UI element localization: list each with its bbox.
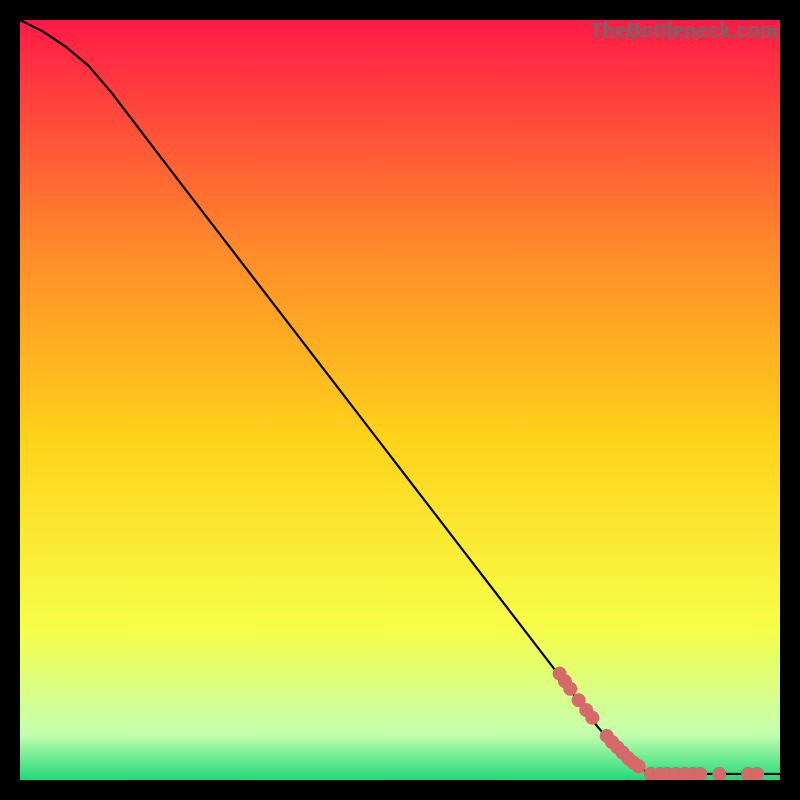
marker-dot xyxy=(712,767,726,780)
markers-group xyxy=(553,667,764,780)
chart-overlay xyxy=(20,20,780,780)
plot-area: TheBottleneck.com xyxy=(20,20,780,780)
curve-path xyxy=(20,20,780,774)
marker-dot xyxy=(563,682,577,696)
marker-dot xyxy=(693,767,707,780)
marker-dot xyxy=(750,767,764,780)
marker-dot xyxy=(632,759,646,773)
marker-dot xyxy=(585,711,599,725)
chart-stage: TheBottleneck.com xyxy=(0,0,800,800)
